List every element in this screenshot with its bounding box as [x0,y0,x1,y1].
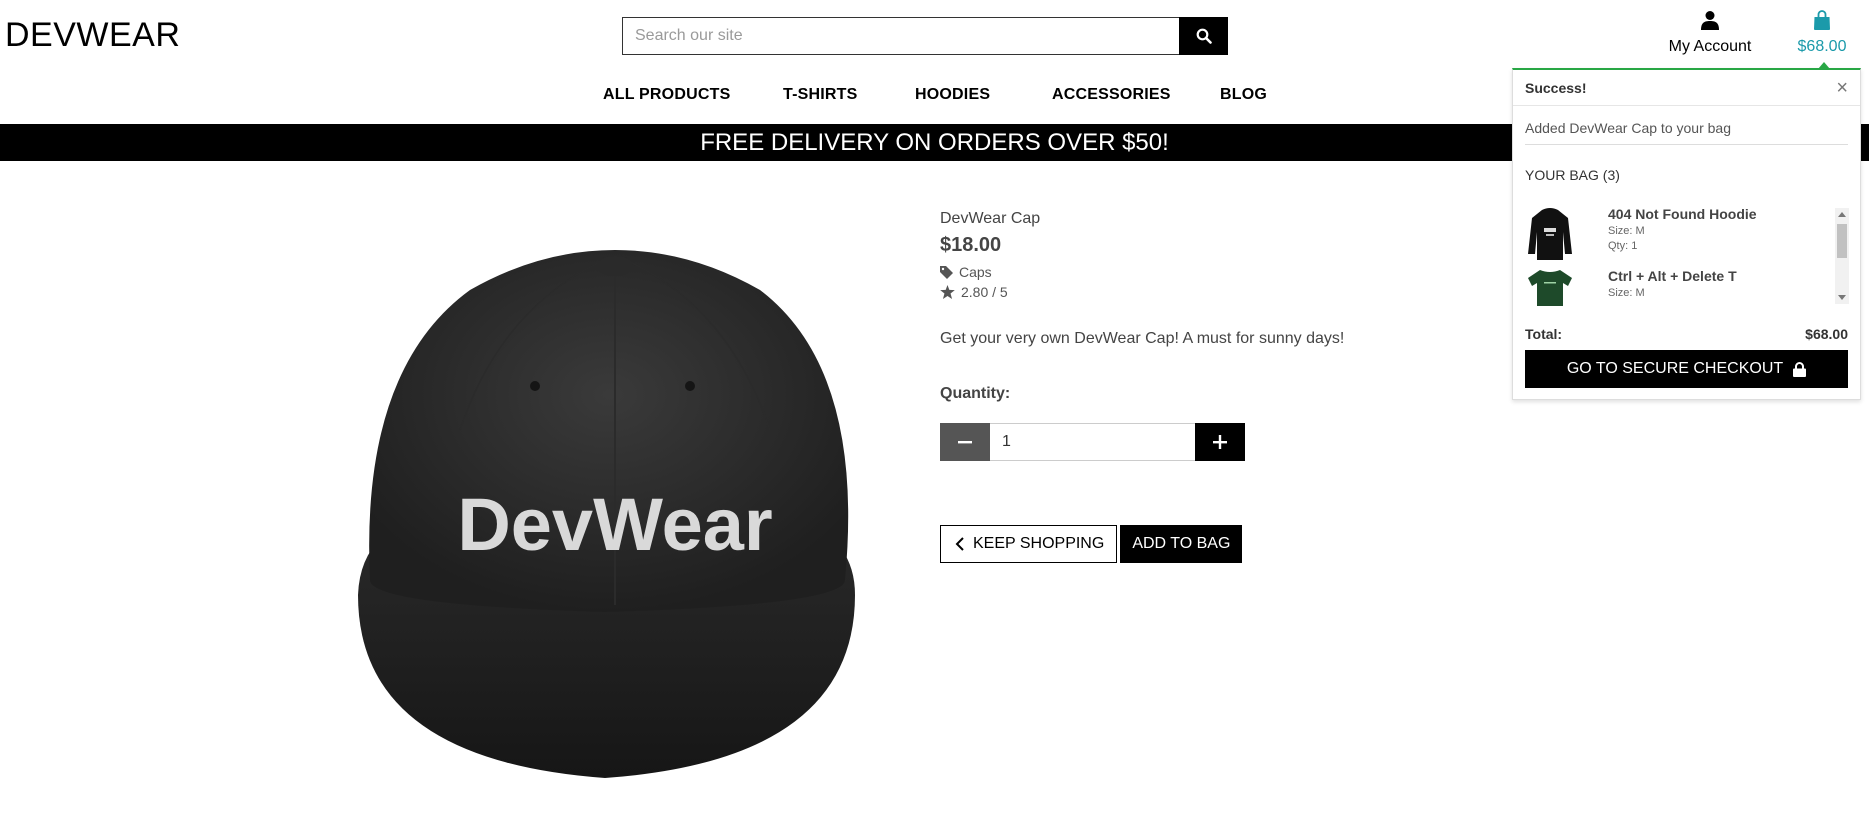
close-icon[interactable]: × [1836,78,1848,98]
bag-item-name: 404 Not Found Hoodie [1608,206,1757,222]
product-image-text: DevWear [457,483,772,566]
product-rating-value: 2.80 / 5 [961,284,1008,300]
search-icon [1196,28,1212,44]
search-button[interactable] [1179,17,1228,55]
tshirt-thumbnail [1525,268,1575,306]
shopping-bag-icon [1814,10,1830,30]
hoodie-thumbnail [1525,206,1575,262]
toast-title: Success! [1525,79,1587,96]
product-category[interactable]: Caps [940,264,1440,280]
scroll-down-icon[interactable] [1838,295,1846,300]
chevron-left-icon [955,537,964,551]
bag-title: YOUR BAG (3) [1525,167,1620,183]
bag-item-size: Size: M [1608,225,1645,237]
tag-icon [940,265,953,279]
my-account-link[interactable]: My Account [1662,10,1758,56]
checkout-label: GO TO SECURE CHECKOUT [1566,360,1784,377]
quantity-stepper: 1 [940,423,1245,461]
toast-message: Added DevWear Cap to your bag [1525,120,1848,145]
product-details: DevWear Cap $18.00 Caps 2.80 / 5 Get you… [940,210,1440,563]
bag-total-row: Total: $68.00 [1525,326,1848,342]
bag-items-scrollbar[interactable] [1835,208,1849,304]
bag-item-size: Size: M [1608,287,1645,299]
plus-icon [1213,435,1227,449]
bag-item-name: Ctrl + Alt + Delete T [1608,268,1737,284]
quantity-label: Quantity: [940,385,1011,402]
decrement-button[interactable] [940,423,990,461]
scroll-up-icon[interactable] [1838,212,1846,217]
total-label: Total: [1525,326,1563,342]
product-category-label: Caps [959,264,992,280]
bag-total: $68.00 [1797,38,1847,55]
bag-item-qty: Qty: 1 [1608,240,1638,252]
star-icon [940,285,955,299]
product-rating: 2.80 / 5 [940,284,1440,300]
bag-item-info: Ctrl + Alt + Delete T Size: M [1608,268,1737,306]
site-logo[interactable]: DEVWEAR [5,16,180,55]
bag-item: Ctrl + Alt + Delete T Size: M [1525,268,1845,306]
lock-icon [1793,361,1807,377]
product-price: $18.00 [940,234,1002,256]
keep-shopping-label: KEEP SHOPPING [973,535,1105,552]
total-value: $68.00 [1805,326,1848,342]
toast-header: Success! × [1513,70,1860,106]
secure-checkout-button[interactable]: GO TO SECURE CHECKOUT [1525,350,1848,388]
keep-shopping-button[interactable]: KEEP SHOPPING [940,525,1118,563]
search-input[interactable] [622,17,1179,55]
my-account-label: My Account [1668,38,1752,55]
product-actions: KEEP SHOPPING ADD TO BAG [940,525,1243,563]
nav-t-shirts[interactable]: T-SHIRTS [783,86,858,104]
bag-items-list: 404 Not Found Hoodie Size: M Qty: 1 Ctrl… [1525,206,1845,306]
add-to-bag-button[interactable]: ADD TO BAG [1120,525,1243,563]
product-name: DevWear Cap [940,210,1041,227]
nav-blog[interactable]: BLOG [1220,86,1267,104]
success-toast: Success! × Added DevWear Cap to your bag… [1512,62,1861,400]
user-icon [1701,11,1719,30]
product-description: Get your very own DevWear Cap! A must fo… [940,330,1345,347]
scrollbar-thumb[interactable] [1837,224,1847,258]
product-image: DevWear [350,250,860,790]
increment-button[interactable] [1195,423,1245,461]
nav-accessories[interactable]: ACCESSORIES [1052,86,1171,104]
toast-arrow [1818,62,1830,69]
minus-icon [958,441,972,444]
shopping-bag-link[interactable]: $68.00 [1787,10,1857,56]
nav-all-products[interactable]: ALL PRODUCTS [603,86,730,104]
search-bar [622,17,1228,55]
bag-item: 404 Not Found Hoodie Size: M Qty: 1 [1525,206,1845,268]
bag-item-info: 404 Not Found Hoodie Size: M Qty: 1 [1608,206,1757,268]
quantity-input[interactable]: 1 [990,423,1195,461]
nav-hoodies[interactable]: HOODIES [915,86,990,104]
